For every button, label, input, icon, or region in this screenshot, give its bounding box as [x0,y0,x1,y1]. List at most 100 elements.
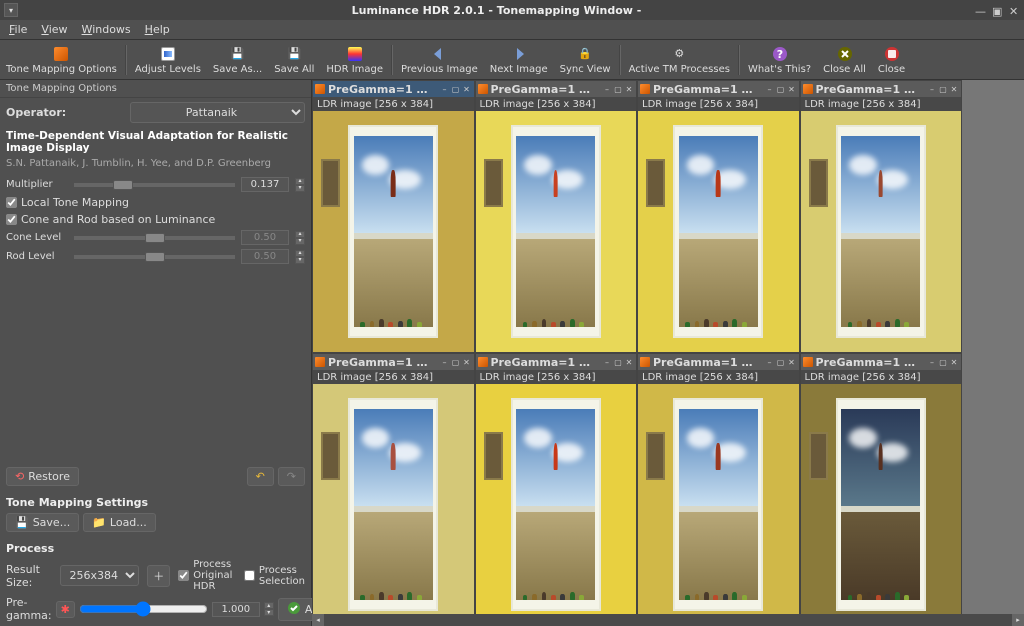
hdr-image-button[interactable]: HDR Image [320,42,389,77]
sub-close-icon[interactable]: ✕ [949,84,959,94]
sub-minimize-icon[interactable]: – [927,84,937,94]
sub-close-icon[interactable]: ✕ [787,84,797,94]
subwindow[interactable]: PreGamma=1 ~ Man… – ▢ ✕ LDR image [256 x… [312,80,475,353]
minimize-icon[interactable]: — [975,5,986,16]
multiplier-slider[interactable] [74,183,235,187]
pregamma-input[interactable] [212,602,260,617]
save-settings-button[interactable]: 💾Save... [6,513,79,532]
sub-minimize-icon[interactable]: – [602,357,612,367]
sub-minimize-icon[interactable]: – [765,357,775,367]
sub-close-icon[interactable]: ✕ [624,357,634,367]
sub-close-icon[interactable]: ✕ [462,357,472,367]
subwindow[interactable]: PreGamma=1 ~ Patt… – ▢ ✕ LDR image [256 … [800,353,963,626]
subwindow-titlebar[interactable]: PreGamma=1 ~ Fatt… – ▢ ✕ [638,81,799,97]
sync-view-button[interactable]: 🔒Sync View [554,42,617,77]
sub-close-icon[interactable]: ✕ [949,357,959,367]
process-selection-checkbox[interactable]: Process Selection [244,565,305,587]
save-all-button[interactable]: 💾Save All [268,42,320,77]
tm-options-icon [52,45,70,63]
ldr-image-label: LDR image [256 x 384] [476,370,637,384]
sub-minimize-icon[interactable]: – [602,84,612,94]
sub-maximize-icon[interactable]: ▢ [451,357,461,367]
subwindow-titlebar[interactable]: PreGamma=1 ~ Dra… – ▢ ✕ [801,81,962,97]
sub-maximize-icon[interactable]: ▢ [451,84,461,94]
load-settings-button[interactable]: 📁Load... [83,513,156,532]
horizontal-scrollbar[interactable]: ◂ ▸ [312,614,1024,626]
subwindow[interactable]: PreGamma=1 ~ Dra… – ▢ ✕ LDR image [256 x… [800,80,963,353]
ldr-image-label: LDR image [256 x 384] [638,97,799,111]
subwindow-titlebar[interactable]: PreGamma=1 ~ Patt… – ▢ ✕ [801,354,962,370]
subwindow-titlebar[interactable]: PreGamma=1 ~ Dra… – ▢ ✕ [313,354,474,370]
sub-maximize-icon[interactable]: ▢ [613,84,623,94]
sub-minimize-icon[interactable]: – [927,357,937,367]
add-size-button[interactable]: ＋ [147,565,170,587]
menu-view[interactable]: View [34,21,74,38]
save-as-button[interactable]: 💾Save As... [207,42,268,77]
lock-icon: 🔒 [576,45,594,63]
pregamma-step-down[interactable]: ▾ [264,609,274,616]
app-icon [640,357,650,367]
local-tm-checkbox[interactable]: Local Tone Mapping [6,196,305,209]
sub-close-icon[interactable]: ✕ [462,84,472,94]
subwindow-titlebar[interactable]: PreGamma=1 ~ Dur… – ▢ ✕ [476,354,637,370]
active-tm-button[interactable]: ⚙Active TM Processes [623,42,736,77]
redo-button[interactable]: ↷ [278,467,305,486]
pregamma-slider[interactable] [79,601,208,617]
subwindow-title: PreGamma=1 ~ Dra… [328,356,437,369]
scroll-left-button[interactable]: ◂ [312,614,324,626]
subwindow[interactable]: PreGamma=1 ~ Dra… – ▢ ✕ LDR image [256 x… [312,353,475,626]
subwindow[interactable]: PreGamma=1 ~ Dur… – ▢ ✕ LDR image [256 x… [475,353,638,626]
multiplier-input[interactable] [241,177,289,192]
pregamma-step-up[interactable]: ▴ [264,602,274,609]
subwindow-titlebar[interactable]: PreGamma=1 ~ Man… – ▢ ✕ [476,81,637,97]
menu-file[interactable]: File [2,21,34,38]
process-original-checkbox[interactable]: Process Original HDR [178,559,236,592]
close-icon[interactable]: ✕ [1009,5,1020,16]
sub-minimize-icon[interactable]: – [440,357,450,367]
sub-maximize-icon[interactable]: ▢ [613,357,623,367]
cone-rod-checkbox[interactable]: Cone and Rod based on Luminance [6,213,305,226]
algorithm-authors: S.N. Pattanaik, J. Tumblin, H. Yee, and … [6,158,305,169]
sub-maximize-icon[interactable]: ▢ [938,357,948,367]
menu-help[interactable]: Help [138,21,177,38]
process-header: Process [6,542,305,555]
tm-options-button[interactable]: Tone Mapping Options [0,42,123,77]
folder-open-icon: 📁 [92,516,106,529]
menu-windows[interactable]: Windows [75,21,138,38]
subwindow-titlebar[interactable]: PreGamma=1 ~ Man… – ▢ ✕ [313,81,474,97]
subwindow[interactable]: PreGamma=1 ~ Fatt… – ▢ ✕ LDR image [256 … [637,80,800,353]
sub-maximize-icon[interactable]: ▢ [776,84,786,94]
multiplier-step-down[interactable]: ▾ [295,185,305,192]
titlebar-dropdown[interactable]: ▾ [4,3,18,17]
sub-maximize-icon[interactable]: ▢ [938,84,948,94]
scroll-right-button[interactable]: ▸ [1012,614,1024,626]
prev-image-button[interactable]: Previous Image [395,42,484,77]
maximize-icon[interactable]: ▣ [992,5,1003,16]
plus-icon: ＋ [153,568,164,584]
adjust-levels-button[interactable]: Adjust Levels [129,42,207,77]
tone-mapping-panel: Tone Mapping Options Operator: Pattanaik… [0,80,312,626]
subwindow[interactable]: PreGamma=1 ~ Rein… – ▢ ✕ LDR image [256 … [637,353,800,626]
whats-this-button[interactable]: ?What's This? [742,42,817,77]
close-all-button[interactable]: Close All [817,42,872,77]
sub-minimize-icon[interactable]: – [765,84,775,94]
result-size-combo[interactable]: 256x384 [60,565,139,586]
subwindow-title: PreGamma=1 ~ Dra… [816,83,925,96]
sub-close-icon[interactable]: ✕ [787,357,797,367]
sub-close-icon[interactable]: ✕ [624,84,634,94]
subwindow[interactable]: PreGamma=1 ~ Man… – ▢ ✕ LDR image [256 x… [475,80,638,353]
subwindow-title: PreGamma=1 ~ Dur… [491,356,600,369]
pregamma-reset-button[interactable]: ✱ [56,601,75,618]
undo-button[interactable]: ↶ [247,467,274,486]
operator-combo[interactable]: Pattanaik [130,102,305,123]
tonemapped-image [313,384,474,625]
window-title: Luminance HDR 2.0.1 - Tonemapping Window… [18,4,975,17]
close-button[interactable]: Close [872,42,911,77]
restore-button[interactable]: ⟲Restore [6,467,79,486]
save-as-icon: 💾 [229,45,247,63]
sub-minimize-icon[interactable]: – [440,84,450,94]
next-image-button[interactable]: Next Image [484,42,554,77]
subwindow-titlebar[interactable]: PreGamma=1 ~ Rein… – ▢ ✕ [638,354,799,370]
result-size-label: Result Size: [6,563,52,589]
sub-maximize-icon[interactable]: ▢ [776,357,786,367]
